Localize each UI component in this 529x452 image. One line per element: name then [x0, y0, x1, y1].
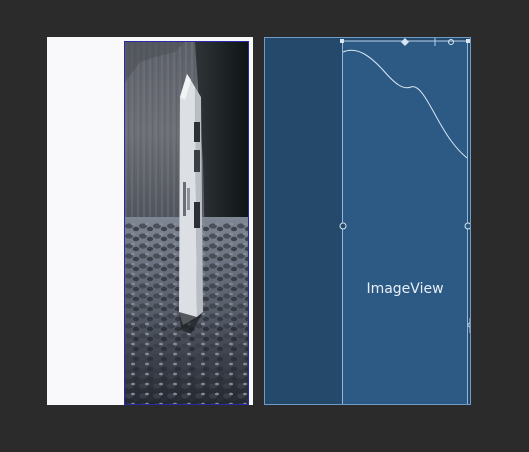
resize-handle-top-left-icon: [340, 39, 344, 43]
constraint-spring-icon: [342, 49, 468, 159]
image-view-preview[interactable]: [124, 41, 249, 405]
right-anchor-icon: [464, 222, 470, 230]
resize-handle-top-right-icon: [466, 39, 470, 43]
constraint-overlay: [339, 38, 470, 333]
top-anchor-icon: [448, 39, 454, 45]
blueprint-surface[interactable]: ImageView: [264, 37, 471, 405]
design-surface[interactable]: [47, 37, 253, 405]
baseline-diamond-icon: [401, 38, 409, 46]
left-anchor-icon: [339, 222, 347, 230]
photo-image: [125, 42, 248, 404]
